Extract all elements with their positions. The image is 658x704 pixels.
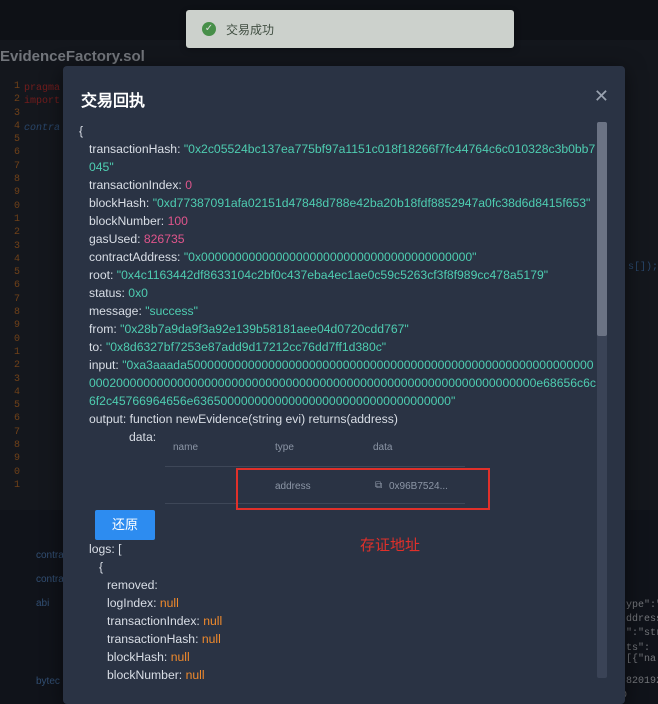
table-header-type: type (275, 442, 294, 453)
field-to: to: "0x8d6327bf7253e87add9d17212cc76dd7f… (89, 340, 387, 354)
receipt-modal: 交易回执 ✕ { transactionHash: "0x2c05524bc13… (63, 66, 625, 704)
log-transactionHash: transactionHash: null (107, 632, 221, 646)
field-blockHash: blockHash: "0xd77387091afa02151d47848d78… (89, 196, 591, 210)
address-annotation: 存证地址 (360, 537, 421, 554)
toast-text: 交易成功 (226, 23, 275, 37)
logs-open-brace: { (99, 560, 104, 574)
log-removed: removed: (107, 578, 158, 592)
field-input: input: "0xa3aaada50000000000000000000000… (89, 358, 596, 408)
success-toast: ✓ 交易成功 (186, 10, 514, 48)
field-transactionIndex: transactionIndex: 0 (89, 178, 192, 192)
field-blockNumber: blockNumber: 100 (89, 214, 188, 228)
field-status: status: 0x0 (89, 286, 148, 300)
field-message: message: "success" (89, 304, 198, 318)
log-logIndex: logIndex: null (107, 596, 179, 610)
log-blockHash: blockHash: null (107, 650, 190, 664)
field-contractAddress: contractAddress: "0x00000000000000000000… (89, 250, 477, 264)
check-circle-icon: ✓ (202, 22, 216, 36)
open-brace: { (79, 124, 84, 138)
field-gasUsed: gasUsed: 826735 (89, 232, 185, 246)
table-header-data: data (373, 442, 393, 453)
field-root: root: "0x4c1163442df8633104c2bf0c437eba4… (89, 268, 549, 282)
field-from: from: "0x28b7a9da9f3a92e139b58181aee04d0… (89, 322, 409, 336)
logs-key: logs: [ (89, 542, 122, 556)
data-label: data: (129, 430, 157, 444)
table-divider (165, 466, 465, 467)
log-blockNumber: blockNumber: null (107, 668, 205, 680)
address-highlight-box (236, 468, 490, 510)
close-icon[interactable]: ✕ (594, 86, 609, 107)
field-output: output: function newEvidence(string evi)… (89, 412, 398, 426)
scrollbar-thumb[interactable] (597, 122, 607, 336)
field-transactionHash: transactionHash: "0x2c05524bc137ea775bf9… (89, 142, 596, 174)
restore-button[interactable]: 还原 (95, 510, 155, 540)
table-header-name: name (173, 442, 199, 453)
logs-json: logs: [ { removed: logIndex: null transa… (79, 540, 597, 680)
modal-title: 交易回执 (81, 93, 146, 110)
log-transactionIndex: transactionIndex: null (107, 614, 223, 628)
